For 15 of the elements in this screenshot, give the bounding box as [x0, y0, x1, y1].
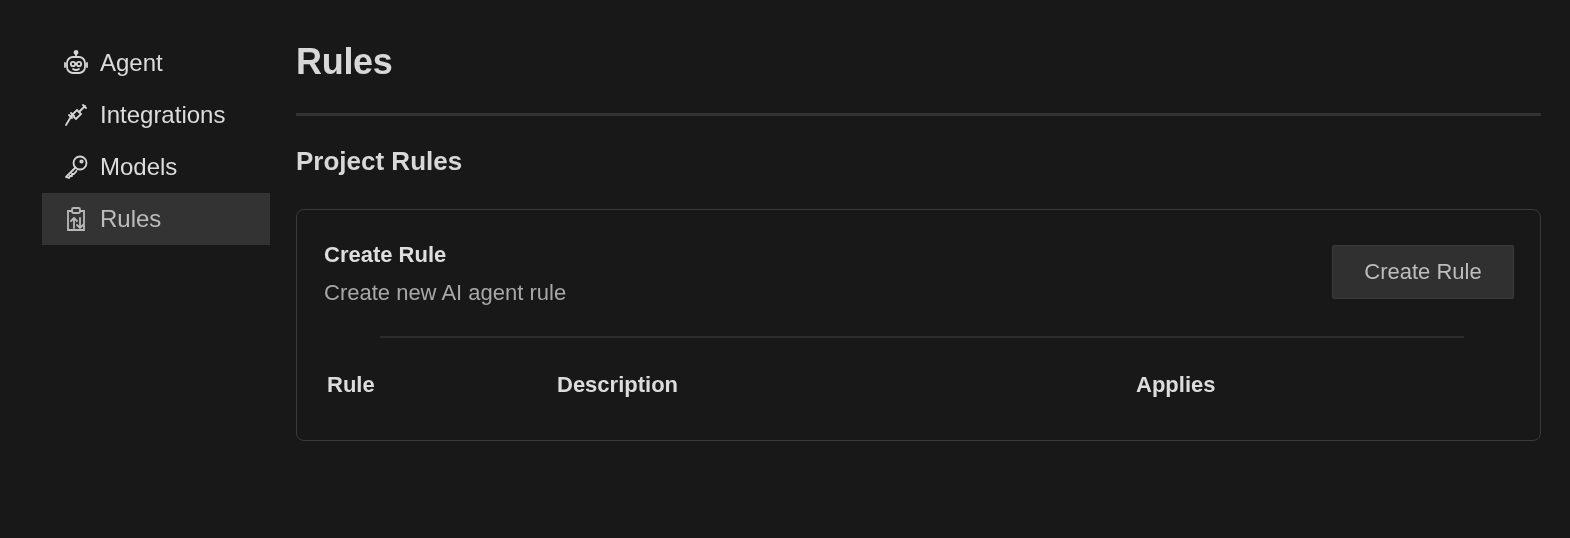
column-header: Rule: [327, 372, 376, 398]
sidebar-item[interactable]: Integrations: [42, 89, 270, 141]
sidebar-item[interactable]: Rules: [42, 193, 270, 245]
page-title: Rules: [296, 41, 394, 84]
card-title: Create Rule: [324, 242, 448, 268]
card-description: Create new AI agent rule: [324, 280, 567, 306]
sidebar-item[interactable]: Agent: [42, 37, 270, 89]
robot-icon: [63, 50, 89, 76]
key-icon: [63, 154, 89, 180]
plug-icon: [63, 102, 89, 128]
section-title: Project Rules: [296, 146, 464, 177]
column-header: Description: [557, 372, 680, 398]
create-rule-button[interactable]: Create Rule: [1332, 245, 1514, 299]
column-header: Applies: [1136, 372, 1217, 398]
sidebar-item[interactable]: Models: [42, 141, 270, 193]
